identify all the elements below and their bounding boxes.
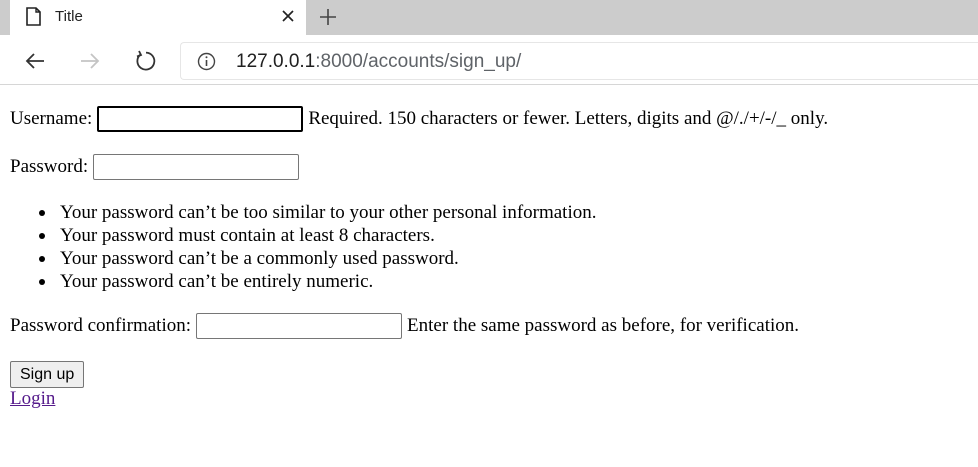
tab-title: Title bbox=[55, 8, 83, 25]
username-help-text: Required. 150 characters or fewer. Lette… bbox=[308, 108, 829, 129]
username-label: Username: bbox=[10, 108, 93, 129]
url-host: 127.0.0.1 bbox=[236, 51, 316, 72]
password-rule: Your password can’t be a commonly used p… bbox=[39, 247, 597, 270]
password-rule: Your password must contain at least 8 ch… bbox=[39, 224, 597, 247]
url-path: :8000/accounts/sign_up/ bbox=[315, 51, 522, 72]
close-icon[interactable] bbox=[281, 9, 295, 23]
back-arrow-icon[interactable] bbox=[23, 49, 47, 73]
forward-arrow-icon[interactable] bbox=[78, 49, 102, 73]
username-row: Username: Required. 150 characters or fe… bbox=[10, 106, 828, 132]
password-confirmation-input[interactable] bbox=[196, 313, 403, 339]
password-row: Password: bbox=[10, 154, 300, 180]
password-label: Password: bbox=[10, 156, 89, 177]
password-confirmation-label: Password confirmation: bbox=[10, 315, 192, 336]
username-input[interactable] bbox=[97, 106, 304, 132]
password-rules-list: Your password can’t be too similar to yo… bbox=[39, 201, 597, 293]
browser-toolbar: 127.0.0.1:8000/accounts/sign_up/ bbox=[0, 35, 978, 85]
page-content: Username: Required. 150 characters or fe… bbox=[0, 86, 978, 467]
password-confirmation-help-text: Enter the same password as before, for v… bbox=[407, 315, 800, 336]
password-rule: Your password can’t be entirely numeric. bbox=[39, 270, 597, 293]
reload-icon[interactable] bbox=[133, 49, 157, 73]
login-link[interactable]: Login bbox=[10, 388, 55, 410]
password-confirmation-row: Password confirmation: Enter the same pa… bbox=[10, 313, 799, 339]
password-rule: Your password can’t be too similar to yo… bbox=[39, 202, 597, 223]
tab-strip: Title bbox=[0, 0, 978, 35]
new-tab-plus-icon[interactable] bbox=[318, 7, 338, 27]
sign-up-button[interactable]: Sign up bbox=[10, 361, 85, 388]
page-icon bbox=[26, 7, 41, 26]
browser-tab[interactable]: Title bbox=[10, 0, 306, 35]
url-text[interactable]: 127.0.0.1:8000/accounts/sign_up/ bbox=[236, 51, 521, 73]
address-bar[interactable]: 127.0.0.1:8000/accounts/sign_up/ bbox=[180, 42, 978, 80]
password-input[interactable] bbox=[93, 154, 300, 180]
info-icon[interactable] bbox=[197, 52, 216, 71]
